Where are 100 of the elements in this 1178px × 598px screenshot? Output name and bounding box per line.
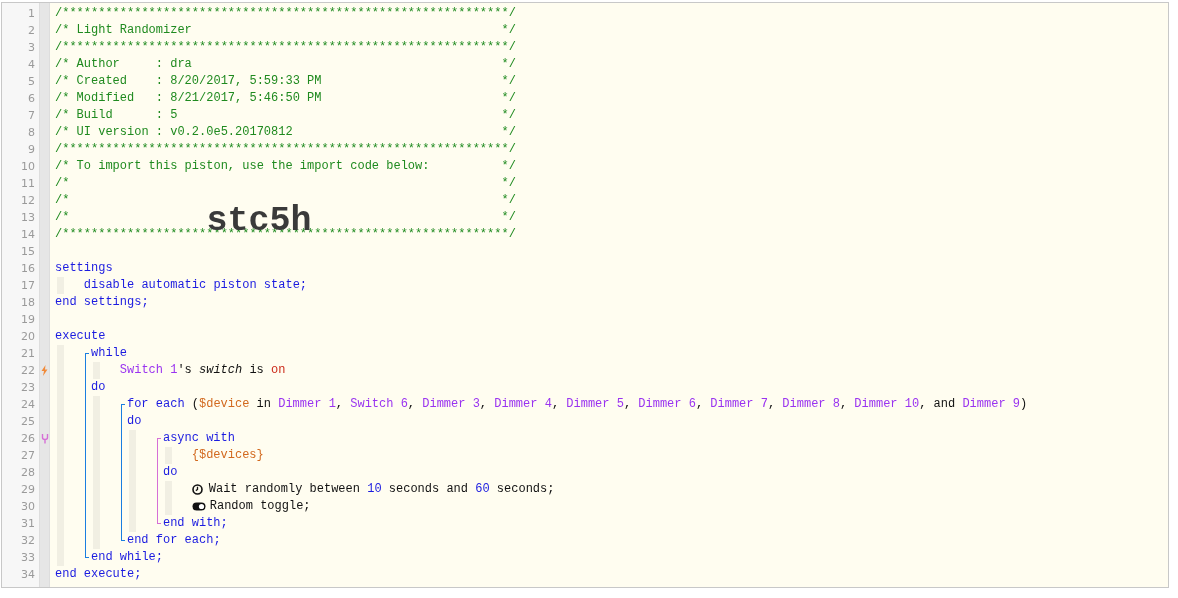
line-number: 8 [27, 125, 36, 141]
comment-text: */ [501, 22, 516, 39]
keyword: end settings; [55, 294, 149, 311]
bolt-icon [41, 365, 48, 376]
line-number: 22 [20, 363, 36, 379]
comment-text: /* Build : 5 [55, 107, 178, 124]
line-number: 4 [27, 57, 36, 73]
code-text: seconds and [387, 481, 469, 498]
line-number: 32 [20, 533, 36, 549]
keyword: end for each; [126, 532, 221, 549]
keyword: while [91, 345, 127, 362]
device-name: Dimmer 4 [494, 396, 552, 413]
line-number: 17 [20, 278, 36, 294]
device-name: Switch 1 [119, 362, 178, 379]
comment-text: /**************************************************************/ [55, 39, 516, 56]
device-name: Dimmer 10 [854, 396, 920, 413]
comment-text: /* Created : 8/20/2017, 5:59:33 PM [55, 73, 322, 90]
code-text: is [248, 362, 265, 379]
code-text: Wait randomly between [208, 481, 361, 498]
code-text: , [335, 396, 345, 413]
comment-text: */ [501, 56, 516, 73]
line-number: 19 [20, 312, 36, 328]
line-number: 30 [20, 499, 36, 515]
code-text: , and [919, 396, 957, 413]
keyword: do [126, 413, 142, 430]
code-text: , [767, 396, 777, 413]
line-number: 18 [20, 295, 36, 311]
line-number: 28 [20, 465, 36, 481]
line-number: 2 [27, 23, 36, 39]
line-number: 21 [20, 346, 36, 362]
comment-text: /**************************************************************/ [55, 141, 516, 158]
device-name: Dimmer 3 [422, 396, 480, 413]
variable-name: $device [199, 396, 250, 413]
line-number: 25 [20, 414, 36, 430]
comment-text: */ [501, 107, 516, 124]
comment-text: */ [501, 158, 516, 175]
line-number: 13 [20, 210, 36, 226]
keyword: async with [162, 430, 235, 447]
keyword: disable automatic piston state; [83, 277, 308, 294]
line-number: 7 [27, 108, 36, 124]
attribute-name: switch [199, 362, 243, 379]
line-number: 12 [20, 193, 36, 209]
line-number: 20 [20, 329, 36, 345]
line-number: 9 [27, 142, 36, 158]
code-text: in [255, 396, 272, 413]
code-text: , [551, 396, 561, 413]
line-number: 31 [20, 516, 36, 532]
value-text: on [271, 362, 286, 379]
line-number: 15 [20, 244, 36, 260]
keyword: execute [55, 328, 106, 345]
line-number: 23 [20, 380, 36, 396]
line-number: 6 [27, 91, 36, 107]
keyword: do [162, 464, 178, 481]
comment-text: /* Modified : 8/21/2017, 5:46:50 PM [55, 90, 322, 107]
number-literal: 10 [367, 481, 382, 498]
keyword: end with; [162, 515, 228, 532]
number-literal: 60 [475, 481, 490, 498]
comment-text: /* [55, 209, 70, 226]
comment-text: */ [501, 209, 516, 226]
code-text: , [695, 396, 705, 413]
device-name: Switch 6 [350, 396, 408, 413]
comment-text: /* Author : dra [55, 56, 192, 73]
device-name: Dimmer 5 [566, 396, 624, 413]
device-name: Dimmer 7 [710, 396, 768, 413]
line-number: 27 [20, 448, 36, 464]
line-number: 16 [20, 261, 36, 277]
line-number: 1 [27, 6, 36, 22]
comment-text: */ [501, 175, 516, 192]
comment-text: /**************************************************************/ [55, 5, 516, 22]
device-name: Dimmer 6 [638, 396, 696, 413]
comment-text: /* Light Randomizer [55, 22, 192, 39]
line-number: 33 [20, 550, 36, 566]
line-number: 24 [20, 397, 36, 413]
code-text: , [407, 396, 417, 413]
code-text: ( [190, 396, 199, 413]
comment-text: /* To import this piston, use the import code below: [55, 158, 430, 175]
line-number: 3 [27, 40, 36, 56]
fork-icon [40, 433, 49, 444]
device-name: Dimmer 1 [278, 396, 336, 413]
comment-text: /* UI version : v0.2.0e5.20170812 [55, 124, 293, 141]
keyword: end execute; [55, 566, 142, 583]
variable-name: {$devices} [191, 447, 264, 464]
line-number: 34 [20, 567, 36, 583]
device-name: Dimmer 9 [962, 396, 1020, 413]
clock-icon [191, 484, 203, 495]
toggle-icon [191, 502, 206, 511]
code-text: , [479, 396, 489, 413]
code-text: , [623, 396, 633, 413]
device-name: Dimmer 8 [782, 396, 840, 413]
line-number: 11 [20, 176, 36, 192]
keyword: for each [126, 396, 185, 413]
line-number: 29 [20, 482, 36, 498]
line-number: 14 [20, 227, 36, 243]
line-number: 5 [27, 74, 36, 90]
comment-text: /* [55, 175, 70, 192]
code-text: 's [177, 362, 193, 379]
line-number: 26 [20, 431, 36, 447]
keyword: do [91, 379, 106, 396]
code-text: Random toggle; [209, 498, 311, 515]
comment-text: */ [501, 124, 516, 141]
